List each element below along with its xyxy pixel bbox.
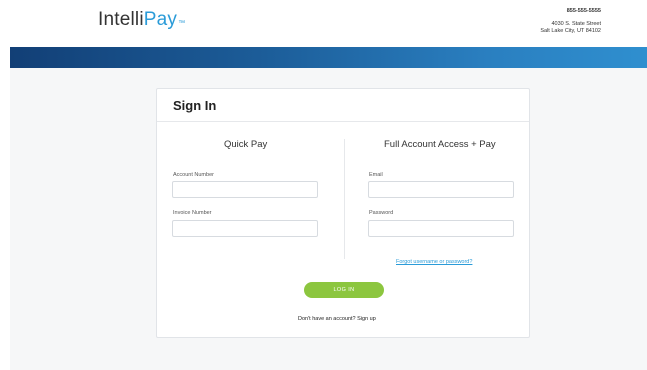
signin-title: Sign In bbox=[173, 98, 217, 113]
logo-text-pay: Pay bbox=[143, 9, 178, 30]
site-header: IntelliPay™ 855-555-5555 4030 S. State S… bbox=[0, 0, 647, 47]
column-divider bbox=[344, 139, 345, 259]
signin-card: Sign In Quick Pay Full Account Access + … bbox=[156, 88, 530, 338]
card-header-divider bbox=[157, 121, 529, 122]
email-label: Email bbox=[369, 172, 383, 178]
email-input[interactable] bbox=[368, 181, 514, 198]
contact-info: 855-555-5555 4030 S. State Street Salt L… bbox=[540, 8, 601, 35]
header-blue-band bbox=[10, 47, 647, 68]
signup-prompt[interactable]: Don't have an account? Sign up bbox=[298, 316, 376, 323]
contact-address-line2: Salt Lake City, UT 84102 bbox=[540, 28, 601, 34]
logo-text-intelli: Intelli bbox=[98, 9, 144, 30]
contact-phone: 855-555-5555 bbox=[566, 8, 601, 14]
account-number-input[interactable] bbox=[172, 181, 318, 198]
password-input[interactable] bbox=[368, 220, 514, 237]
full-access-title: Full Account Access + Pay bbox=[384, 139, 496, 150]
invoice-number-label: Invoice Number bbox=[173, 210, 212, 216]
password-label: Password bbox=[369, 210, 394, 216]
account-number-label: Account Number bbox=[173, 172, 214, 178]
contact-address-line1: 4030 S. State Street bbox=[551, 21, 601, 27]
login-button[interactable]: LOG IN bbox=[304, 282, 384, 298]
invoice-number-input[interactable] bbox=[172, 220, 318, 237]
forgot-credentials-link[interactable]: Forgot username or password? bbox=[396, 259, 472, 266]
page: IntelliPay™ 855-555-5555 4030 S. State S… bbox=[0, 0, 647, 370]
logo-trademark: ™ bbox=[178, 20, 186, 27]
intellipay-logo[interactable]: IntelliPay™ bbox=[98, 9, 186, 31]
quick-pay-title: Quick Pay bbox=[224, 139, 268, 150]
